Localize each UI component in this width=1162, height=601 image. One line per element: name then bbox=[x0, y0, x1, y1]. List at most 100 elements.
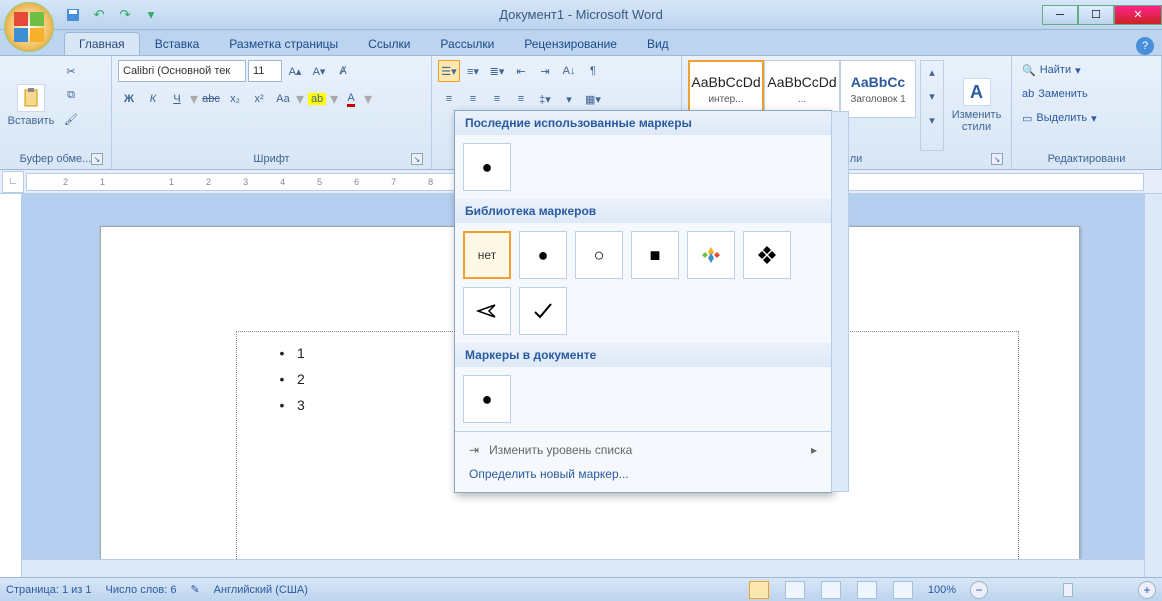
zoom-level[interactable]: 100% bbox=[928, 584, 956, 596]
select-button[interactable]: ▭Выделить ▾ bbox=[1018, 108, 1155, 128]
numbering-button[interactable]: ≡▾ bbox=[462, 60, 484, 82]
zoom-out-button[interactable]: − bbox=[970, 581, 988, 599]
styles-more-icon[interactable]: ▾ bbox=[921, 109, 943, 131]
outdent-button[interactable]: ⇤ bbox=[510, 60, 532, 82]
vertical-ruler[interactable] bbox=[0, 194, 22, 577]
tab-home[interactable]: Главная bbox=[64, 32, 140, 55]
group-font: A▴ A▾ Ⱥ Ж К Ч ▾ abc x₂ x² Aa ▾ ab ▾ A ▾ … bbox=[112, 56, 432, 169]
group-clipboard: Вставить ✂ ⧉ 🖌 Буфер обме...↘ bbox=[0, 56, 112, 169]
styles-scroll-down-icon[interactable]: ▾ bbox=[921, 85, 943, 107]
font-color-button[interactable]: A bbox=[340, 88, 362, 110]
group-label-editing: Редактировани bbox=[1018, 151, 1155, 169]
qat-more-icon[interactable]: ▾ bbox=[140, 4, 162, 26]
bullet-square[interactable]: ■ bbox=[631, 231, 679, 279]
select-icon: ▭ bbox=[1022, 112, 1032, 125]
indent-button[interactable]: ⇥ bbox=[534, 60, 556, 82]
change-styles-icon: A bbox=[963, 78, 991, 106]
close-button[interactable]: ✕ bbox=[1114, 5, 1162, 25]
bullet-none[interactable]: нет bbox=[463, 231, 511, 279]
tab-layout[interactable]: Разметка страницы bbox=[214, 32, 353, 55]
sort-button[interactable]: A↓ bbox=[558, 60, 580, 82]
align-center-button[interactable]: ≡ bbox=[462, 88, 484, 110]
cut-icon[interactable]: ✂ bbox=[60, 60, 82, 82]
help-icon[interactable]: ? bbox=[1136, 37, 1154, 55]
tab-review[interactable]: Рецензирование bbox=[509, 32, 632, 55]
view-outline-icon[interactable] bbox=[857, 581, 877, 599]
status-bar: Страница: 1 из 1 Число слов: 6 ✎ Английс… bbox=[0, 577, 1162, 601]
undo-icon[interactable]: ↶ bbox=[88, 4, 110, 26]
section-library: Библиотека маркеров bbox=[455, 199, 831, 223]
vertical-scrollbar[interactable] bbox=[1144, 194, 1162, 577]
status-page[interactable]: Страница: 1 из 1 bbox=[6, 584, 92, 596]
italic-button[interactable]: К bbox=[142, 88, 164, 110]
zoom-in-button[interactable]: + bbox=[1138, 581, 1156, 599]
align-right-button[interactable]: ≡ bbox=[486, 88, 508, 110]
bold-button[interactable]: Ж bbox=[118, 88, 140, 110]
font-name-select[interactable] bbox=[118, 60, 246, 82]
style-item-heading1[interactable]: AaBbCcЗаголовок 1 bbox=[840, 60, 916, 118]
find-button[interactable]: 🔍Найти ▾ bbox=[1018, 60, 1155, 80]
change-styles-button[interactable]: A Изменить стили bbox=[948, 60, 1005, 151]
define-new-bullet[interactable]: Определить новый маркер... bbox=[465, 462, 821, 486]
view-draft-icon[interactable] bbox=[893, 581, 913, 599]
font-size-select[interactable] bbox=[248, 60, 282, 82]
shading-button[interactable]: ▾ bbox=[558, 88, 580, 110]
styles-launcher-icon[interactable]: ↘ bbox=[991, 153, 1003, 165]
highlight-button[interactable]: ab bbox=[306, 88, 328, 110]
strike-button[interactable]: abc bbox=[200, 88, 222, 110]
change-case-button[interactable]: Aa bbox=[272, 88, 294, 110]
view-fullscreen-icon[interactable] bbox=[785, 581, 805, 599]
paste-button[interactable]: Вставить bbox=[6, 60, 56, 151]
tab-references[interactable]: Ссылки bbox=[353, 32, 425, 55]
find-icon: 🔍 bbox=[1022, 64, 1036, 77]
multilevel-button[interactable]: ≣▾ bbox=[486, 60, 508, 82]
bullet-disc[interactable]: ● bbox=[519, 231, 567, 279]
line-spacing-button[interactable]: ‡▾ bbox=[534, 88, 556, 110]
office-button[interactable] bbox=[4, 2, 54, 52]
styles-scroll-up-icon[interactable]: ▴ bbox=[921, 61, 943, 83]
format-painter-icon[interactable]: 🖌 bbox=[60, 108, 82, 130]
indent-icon: ⇥ bbox=[469, 443, 479, 457]
view-print-layout-icon[interactable] bbox=[749, 581, 769, 599]
dropdown-scrollbar[interactable] bbox=[831, 111, 849, 492]
status-words[interactable]: Число слов: 6 bbox=[106, 584, 177, 596]
status-language[interactable]: Английский (США) bbox=[214, 584, 308, 596]
view-web-icon[interactable] bbox=[821, 581, 841, 599]
align-left-button[interactable]: ≡ bbox=[438, 88, 460, 110]
save-icon[interactable] bbox=[62, 4, 84, 26]
group-label-clipboard: Буфер обме...↘ bbox=[6, 151, 105, 169]
bullet-circle[interactable]: ○ bbox=[575, 231, 623, 279]
bullet-4diamond-icon[interactable] bbox=[687, 231, 735, 279]
maximize-button[interactable]: ☐ bbox=[1078, 5, 1114, 25]
copy-icon[interactable]: ⧉ bbox=[60, 84, 82, 106]
redo-icon[interactable]: ↷ bbox=[114, 4, 136, 26]
tab-insert[interactable]: Вставка bbox=[140, 32, 215, 55]
superscript-button[interactable]: x² bbox=[248, 88, 270, 110]
tab-view[interactable]: Вид bbox=[632, 32, 684, 55]
subscript-button[interactable]: x₂ bbox=[224, 88, 246, 110]
justify-button[interactable]: ≡ bbox=[510, 88, 532, 110]
tab-selector-icon[interactable]: ∟ bbox=[2, 171, 24, 193]
bullet-check-icon[interactable] bbox=[519, 287, 567, 335]
bullet-arrow-icon[interactable] bbox=[463, 287, 511, 335]
borders-button[interactable]: ▦▾ bbox=[582, 88, 604, 110]
bullet-recent-disc[interactable]: ● bbox=[463, 143, 511, 191]
bullet-doc-disc[interactable]: ● bbox=[463, 375, 511, 423]
minimize-button[interactable]: ─ bbox=[1042, 5, 1078, 25]
ribbon-tabs: Главная Вставка Разметка страницы Ссылки… bbox=[0, 30, 1162, 56]
underline-button[interactable]: Ч bbox=[166, 88, 188, 110]
pilcrow-button[interactable]: ¶ bbox=[582, 60, 604, 82]
bullet-4black-diamond-icon[interactable] bbox=[743, 231, 791, 279]
horizontal-scrollbar[interactable] bbox=[22, 559, 1144, 577]
bullets-button[interactable]: ☰▾ bbox=[438, 60, 460, 82]
replace-button[interactable]: abЗаменить bbox=[1018, 84, 1155, 104]
font-launcher-icon[interactable]: ↘ bbox=[411, 153, 423, 165]
clear-format-icon[interactable]: Ⱥ bbox=[332, 60, 354, 82]
tab-mailings[interactable]: Рассылки bbox=[425, 32, 509, 55]
shrink-font-icon[interactable]: A▾ bbox=[308, 60, 330, 82]
clipboard-launcher-icon[interactable]: ↘ bbox=[91, 153, 103, 165]
zoom-slider[interactable] bbox=[1008, 588, 1118, 592]
proofing-icon[interactable]: ✎ bbox=[190, 583, 199, 596]
paste-icon bbox=[17, 84, 45, 112]
grow-font-icon[interactable]: A▴ bbox=[284, 60, 306, 82]
